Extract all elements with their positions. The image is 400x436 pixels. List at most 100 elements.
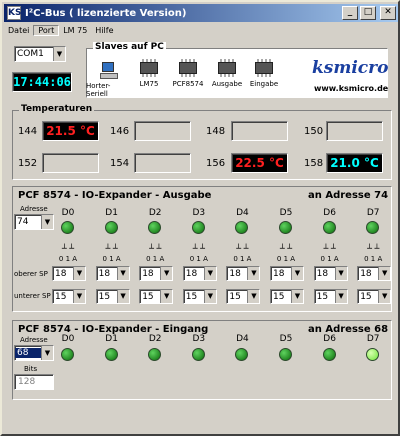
chevron-down-icon[interactable]: ▼ (160, 290, 173, 303)
chip-icon (218, 59, 236, 77)
chevron-down-icon[interactable]: ▼ (378, 290, 391, 303)
slave-ausgabe[interactable]: Ausgabe (210, 59, 244, 88)
output-switch-d7[interactable]: ┴ ┴ (361, 244, 385, 253)
chevron-down-icon[interactable]: ▼ (116, 267, 129, 280)
chevron-down-icon[interactable]: ▼ (291, 290, 303, 303)
output-switch-d3[interactable]: ┴ ┴ (187, 244, 211, 253)
main-window: KS I²C-Bus ( lizenzierte Version) _ □ ✕ … (0, 0, 400, 436)
lower-sp-select-d0[interactable]: 15 ▼ (52, 289, 86, 304)
chevron-down-icon[interactable]: ▼ (41, 346, 53, 360)
output-switch-d1[interactable]: ┴ ┴ (100, 244, 124, 253)
input-bit-label-d4: D4 (236, 334, 249, 344)
upper-sp-select-d7-value: 18 (360, 268, 372, 279)
chevron-down-icon[interactable]: ▼ (334, 267, 347, 280)
maximize-button[interactable]: □ (360, 6, 376, 20)
menu-bar: Datei Port LM 75 Hilfe (4, 23, 398, 37)
slave-horter-seriell[interactable]: Horter-Seriell (86, 62, 132, 98)
chevron-down-icon[interactable]: ▼ (378, 267, 391, 280)
chevron-down-icon[interactable]: ▼ (160, 267, 173, 280)
upper-sp-select-d4-value: 18 (229, 268, 241, 279)
chevron-down-icon[interactable]: ▼ (41, 215, 53, 229)
output-title: PCF 8574 - IO-Expander - Ausgabe (18, 190, 212, 201)
app-icon: KS (7, 6, 22, 20)
chevron-down-icon[interactable]: ▼ (291, 267, 303, 280)
slave-eingabe[interactable]: Eingabe (248, 59, 280, 88)
upper-sp-select-d4[interactable]: 18 ▼ (226, 266, 261, 281)
slave-lm75[interactable]: LM75 (134, 59, 164, 88)
lower-sp-select-d0-value: 15 (55, 291, 67, 302)
lower-sp-select-d5[interactable]: 15 ▼ (270, 289, 304, 304)
output-bit-label-d7: D7 (366, 208, 380, 218)
minimize-button[interactable]: _ (342, 6, 358, 20)
temp-value-144: 21.5 °C (42, 121, 99, 141)
output-switch-label-d1: 0 1 A (102, 255, 121, 263)
output-switch-label-d2: 0 1 A (146, 255, 165, 263)
input-led-d6 (322, 348, 336, 361)
temp-value-154 (134, 153, 191, 173)
upper-sp-select-d7[interactable]: 18 ▼ (357, 266, 392, 281)
chevron-down-icon[interactable]: ▼ (203, 267, 216, 280)
input-bit-label-d2: D2 (148, 334, 162, 344)
lower-sp-select-d7[interactable]: 15 ▼ (357, 289, 392, 304)
input-address-select[interactable]: 68 ▼ (14, 345, 54, 361)
lower-sp-select-d4[interactable]: 15 ▼ (226, 289, 261, 304)
output-switch-label-d0: 0 1 A (58, 255, 78, 263)
temperatures-title: Temperaturen (19, 104, 95, 114)
slaves-title: Slaves auf PC (93, 42, 166, 52)
output-bit-label-d6: D6 (323, 208, 336, 218)
upper-sp-label: oberer SP (14, 270, 48, 278)
chevron-down-icon[interactable]: ▼ (247, 267, 260, 280)
menu-lm75[interactable]: LM 75 (59, 26, 91, 35)
output-led-d6 (322, 221, 336, 234)
input-bit-label-d0: D0 (61, 334, 75, 344)
output-led-d3 (191, 221, 205, 234)
lower-sp-select-d1[interactable]: 15 ▼ (95, 289, 130, 304)
output-switch-d5[interactable]: ┴ ┴ (274, 244, 298, 253)
upper-sp-select-d5[interactable]: 18 ▼ (270, 266, 304, 281)
chevron-down-icon[interactable]: ▼ (116, 290, 129, 303)
upper-sp-select-d2[interactable]: 18 ▼ (139, 266, 174, 281)
title-bar[interactable]: KS I²C-Bus ( lizenzierte Version) _ □ ✕ (4, 4, 398, 22)
output-switch-d2[interactable]: ┴ ┴ (143, 244, 167, 253)
chip-icon (179, 59, 197, 77)
bits-value-field[interactable]: 128 (14, 374, 54, 390)
chevron-down-icon[interactable]: ▼ (73, 267, 85, 280)
upper-sp-select-d0[interactable]: 18 ▼ (52, 266, 86, 281)
ksmicro-url[interactable]: www.ksmicro.de (314, 84, 388, 93)
lower-sp-select-d3[interactable]: 15 ▼ (182, 289, 217, 304)
slave-label: PCF8574 (172, 80, 204, 88)
output-switch-d4[interactable]: ┴ ┴ (230, 244, 254, 253)
temp-value-148 (231, 121, 288, 141)
temp-addr-150: 150 (304, 126, 324, 137)
upper-sp-select-d6[interactable]: 18 ▼ (313, 266, 348, 281)
input-bit-label-d6: D6 (323, 334, 336, 344)
lower-sp-select-d2[interactable]: 15 ▼ (139, 289, 174, 304)
input-bit-label-d5: D5 (279, 334, 293, 344)
upper-sp-select-d1[interactable]: 18 ▼ (95, 266, 130, 281)
chevron-down-icon[interactable]: ▼ (53, 47, 65, 61)
input-led-d5 (279, 348, 292, 361)
menu-hilfe[interactable]: Hilfe (91, 26, 117, 35)
close-button[interactable]: ✕ (380, 6, 396, 20)
lower-sp-select-d4-value: 15 (229, 291, 241, 302)
input-bit-label-d1: D1 (105, 334, 118, 344)
output-address-select[interactable]: 74 ▼ (14, 214, 54, 230)
slave-pcf8574[interactable]: PCF8574 (170, 59, 206, 88)
menu-datei[interactable]: Datei (4, 26, 33, 35)
chevron-down-icon[interactable]: ▼ (203, 290, 216, 303)
chevron-down-icon[interactable]: ▼ (247, 290, 260, 303)
output-switch-label-d7: 0 1 A (364, 255, 383, 263)
output-bit-label-d0: D0 (61, 208, 75, 218)
input-address-label: Adresse (20, 336, 48, 344)
menu-port[interactable]: Port (33, 24, 60, 36)
output-switch-d0[interactable]: ┴ ┴ (56, 244, 80, 253)
chevron-down-icon[interactable]: ▼ (73, 290, 85, 303)
chevron-down-icon[interactable]: ▼ (334, 290, 347, 303)
temp-value-152 (42, 153, 99, 173)
lower-sp-select-d6[interactable]: 15 ▼ (313, 289, 348, 304)
temp-addr-146: 146 (110, 126, 130, 137)
output-switch-d6[interactable]: ┴ ┴ (318, 244, 342, 253)
port-select[interactable]: COM1 ▼ (14, 46, 66, 62)
temp-value-156: 22.5 °C (231, 153, 288, 173)
upper-sp-select-d3[interactable]: 18 ▼ (182, 266, 217, 281)
